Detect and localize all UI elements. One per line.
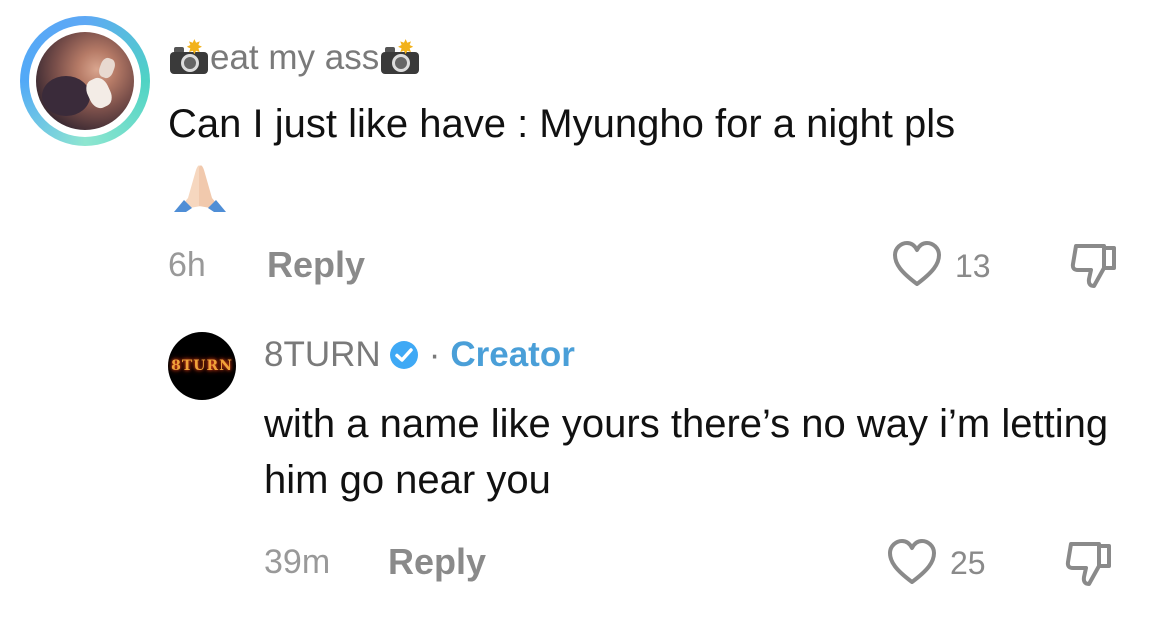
like-count: 25 xyxy=(950,545,986,581)
comment-header: 8TURN · Creator xyxy=(264,332,575,378)
username-label: eat my ass xyxy=(210,38,380,77)
reply-button[interactable]: Reply xyxy=(388,541,486,583)
avatar-logo-text: 8TURN xyxy=(171,358,233,374)
heart-icon[interactable] xyxy=(891,240,943,288)
avatar[interactable] xyxy=(20,16,150,146)
camera-with-flash-icon: ✸ xyxy=(168,38,210,76)
creator-label: Creator xyxy=(450,335,575,374)
camera-with-flash-icon: ✸ xyxy=(379,38,421,76)
heart-icon[interactable] xyxy=(886,538,938,586)
comment-time: 39m xyxy=(264,543,331,581)
comment-time: 6h xyxy=(168,246,206,284)
reply-button[interactable]: Reply xyxy=(267,244,365,286)
folded-hands-icon xyxy=(174,165,226,212)
separator-dot: · xyxy=(428,335,441,374)
reply-comment-item: 8TURN 8TURN · Creator with a name like y… xyxy=(0,310,1169,624)
dislike-icon[interactable] xyxy=(1068,238,1122,290)
comment-text: with a name like yours there’s no way i’… xyxy=(264,402,1109,502)
comment-item: ✸ eat my ass ✸ Can I just like have : My… xyxy=(0,0,1169,310)
dislike-icon[interactable] xyxy=(1063,536,1117,588)
comment-username[interactable]: 8TURN xyxy=(264,335,381,375)
avatar[interactable]: 8TURN xyxy=(168,332,236,400)
verified-badge-icon xyxy=(389,341,418,369)
like-count: 13 xyxy=(955,248,991,284)
avatar-photo xyxy=(36,32,134,130)
comment-username[interactable]: ✸ eat my ass ✸ xyxy=(168,38,421,78)
comment-text: Can I just like have : Myungho for a nig… xyxy=(168,102,956,146)
